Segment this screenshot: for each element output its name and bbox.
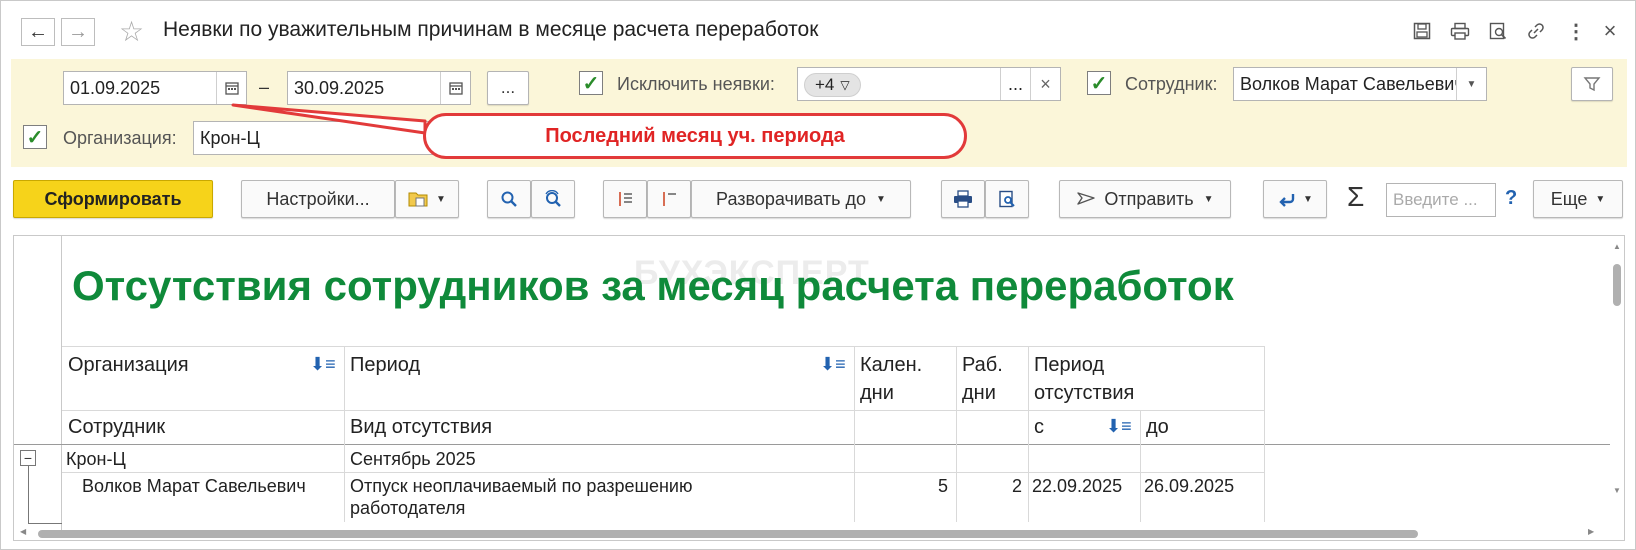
chevron-down-icon: ▼ [1595,193,1606,205]
chevron-down-icon: ▼ [1303,193,1313,205]
send-label: Отправить [1104,188,1194,209]
send-icon [1077,192,1096,205]
row-from-date[interactable]: 22.09.2025 [1032,476,1122,497]
preview-icon [999,190,1015,208]
grid-line [62,346,1264,347]
header-absence-period-line1: Период [1034,354,1105,376]
row-employee[interactable]: Волков Марат Савельевич [82,476,306,497]
grid-line [1140,410,1141,522]
sort-icon[interactable]: ⬇≡ [820,354,846,375]
header-from: с [1034,416,1044,438]
variants-button[interactable]: ▼ [395,180,459,218]
scroll-up-icon[interactable]: ▲ [1613,242,1621,251]
grid-line [62,472,1264,473]
scroll-left-icon[interactable]: ◀ [20,527,26,536]
header-period: Период [350,354,421,376]
row-to-date[interactable]: 26.09.2025 [1144,476,1234,497]
expand-to-label: Разворачивать до [716,188,867,209]
search-input[interactable]: Введите ... [1386,183,1496,217]
group-period[interactable]: Сентябрь 2025 [350,449,476,470]
search-next-icon [545,190,561,207]
more-actions-button[interactable]: Еще ▼ [1533,180,1623,218]
row-absence-type-line2[interactable]: работодателя [350,498,465,519]
header-work-days-line1: Раб. [962,354,1003,376]
report-window: ← → ☆ Неявки по уважительным причинам в … [0,0,1636,550]
row-cal-days[interactable]: 5 [854,476,948,497]
settings-button[interactable]: Настройки... [241,180,395,218]
send-button[interactable]: Отправить ▼ [1059,180,1231,218]
scroll-down-icon[interactable]: ▼ [1613,486,1621,495]
callout-annotation: Последний месяц уч. периода [423,113,967,159]
row-absence-type-line1[interactable]: Отпуск неоплачиваемый по разрешению [350,476,692,497]
header-cal-days-line2: дни [860,382,894,404]
header-to: до [1146,416,1169,438]
chevron-down-icon: ▼ [1203,193,1214,205]
grid-line [1028,346,1029,522]
grid-line [344,346,345,522]
more-actions-label: Еще [1550,188,1588,209]
folder-icon [408,192,428,207]
expand-all-button[interactable] [603,180,647,218]
find-next-button[interactable] [531,180,575,218]
header-organization: Организация [68,354,189,376]
collapse-all-button[interactable] [647,180,691,218]
grid-line [62,410,1264,411]
chevron-down-icon: ▼ [436,193,446,205]
search-icon [501,191,517,207]
print-button[interactable] [941,180,985,218]
return-arrow-icon [1279,194,1295,207]
print-preview-button[interactable] [985,180,1029,218]
header-absence-period-line2: отсутствия [1034,382,1135,404]
report-spreadsheet: БУХЭКСПЕРТ Отсутствия сотрудников за мес… [13,235,1625,541]
help-icon[interactable]: ? [1505,187,1517,210]
group-tree-line [28,466,29,524]
group-tree-line [28,523,62,524]
grid-line [14,444,1610,445]
expand-icon [619,192,632,206]
find-button[interactable] [487,180,531,218]
scroll-right-icon[interactable]: ▶ [1588,527,1594,536]
vertical-scrollbar[interactable]: ▲ ▼ [1610,236,1624,532]
vertical-scroll-thumb[interactable] [1613,264,1621,306]
horizontal-scroll-thumb[interactable] [38,530,1418,538]
sort-icon[interactable]: ⬇≡ [1106,416,1132,437]
sum-icon[interactable]: Σ [1347,181,1364,213]
expand-to-button[interactable]: Разворачивать до ▼ [691,180,911,218]
header-cal-days-line1: Кален. [860,354,923,376]
header-employee: Сотрудник [68,416,166,438]
collapse-group-icon[interactable]: − [20,450,36,466]
print-icon [954,190,972,208]
header-absence-type: Вид отсутствия [350,416,493,438]
horizontal-scrollbar[interactable]: ◀ ▶ [14,526,1610,540]
chevron-down-icon: ▼ [876,193,886,205]
report-title: Отсутствия сотрудников за месяц расчета … [72,262,1234,309]
group-organization[interactable]: Крон-Ц [66,449,126,470]
header-work-days-line2: дни [962,382,996,404]
row-work-days[interactable]: 2 [956,476,1022,497]
collapse-icon [663,192,676,206]
grouping-gutter [14,236,62,532]
return-button[interactable]: ▼ [1263,180,1327,218]
sort-icon[interactable]: ⬇≡ [310,354,336,375]
generate-button[interactable]: Сформировать [13,180,213,218]
grid-line [1264,346,1265,522]
